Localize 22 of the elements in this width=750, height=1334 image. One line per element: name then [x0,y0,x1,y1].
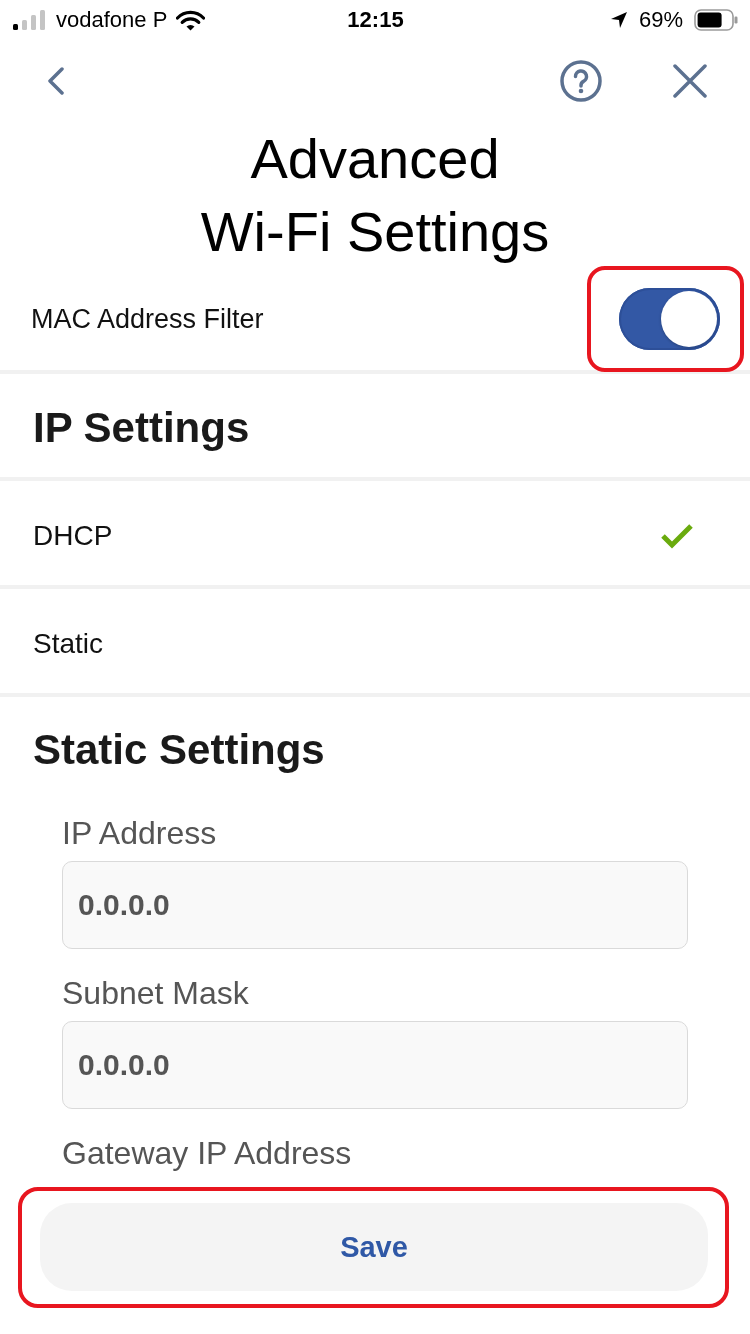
option-row[interactable]: DHCP [0,481,750,589]
input-field[interactable]: 0.0.0.0 [62,861,688,949]
close-icon[interactable] [673,64,707,98]
signal-icon [13,10,47,30]
battery-percentage: 69% [638,7,683,33]
section-heading: IP Settings [33,403,250,452]
page-title: Advanced Wi-Fi Settings [199,126,551,265]
section-heading: Static Settings [33,725,325,775]
input-field[interactable]: 0.0.0.0 [62,1021,688,1109]
battery-icon [694,9,738,31]
carrier-name: vodafone P [56,7,168,33]
location-arrow-icon [609,11,628,29]
field-label: IP Address [62,815,217,851]
back-icon[interactable] [47,67,65,95]
wifi-icon [176,9,206,31]
help-icon[interactable] [560,60,602,102]
option-row[interactable]: Static [0,589,750,697]
clock-time: 12:15 [347,7,404,32]
save-button[interactable]: Save [40,1203,708,1291]
setting-label: MAC Address Filter [31,303,264,335]
field-label: Gateway IP Address [62,1135,352,1171]
field-label: Subnet Mask [62,975,249,1011]
